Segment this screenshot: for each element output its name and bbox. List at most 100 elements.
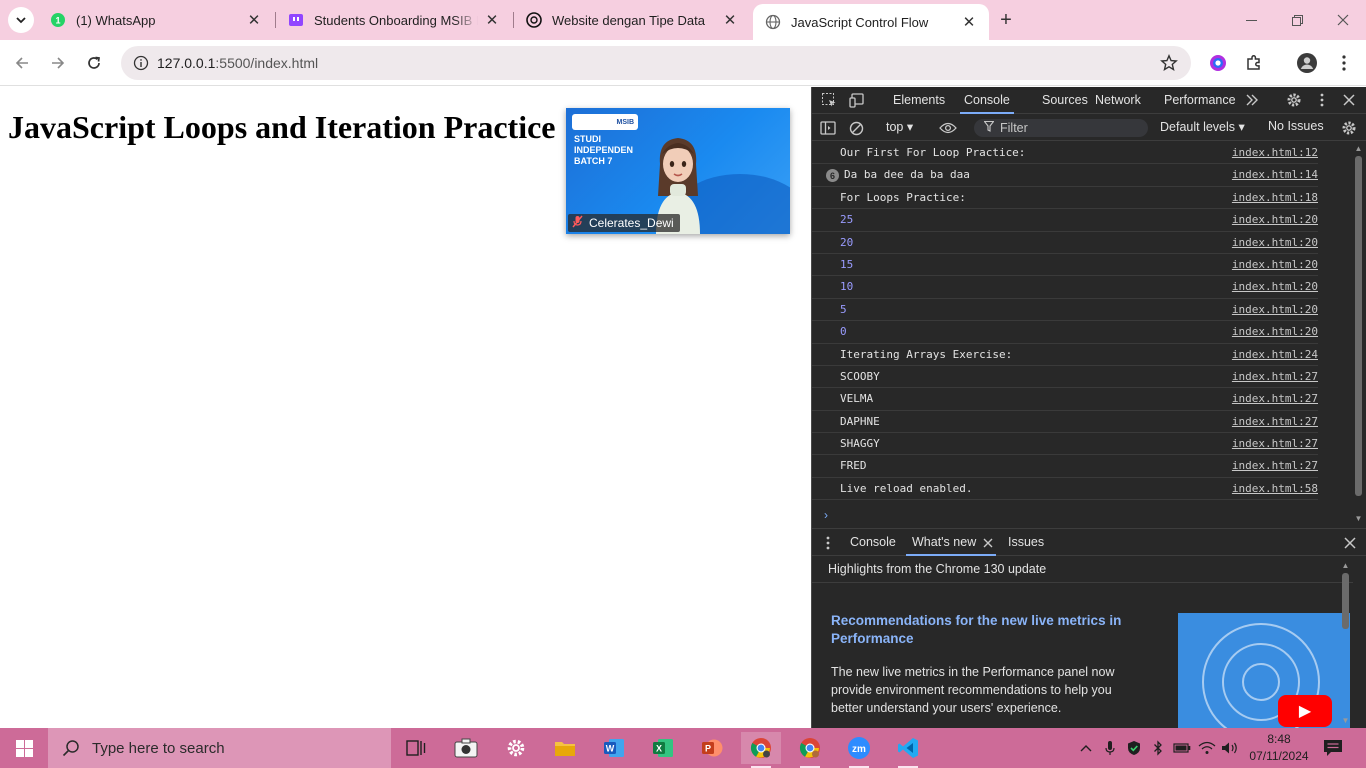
devtools-menu-icon[interactable] <box>1312 90 1332 110</box>
close-icon[interactable]: ✕ <box>484 12 500 29</box>
console-filter-input[interactable]: Filter <box>974 119 1148 137</box>
console-log-row[interactable]: VELMA index.html:27 <box>812 388 1318 411</box>
console-log-row[interactable]: Our First For Loop Practice: index.html:1… <box>812 142 1318 165</box>
forward-button[interactable] <box>44 49 72 77</box>
whats-new-article-title[interactable]: Recommendations for the new live metrics… <box>831 612 1151 648</box>
close-devtools-icon[interactable] <box>1339 90 1359 110</box>
console-log-row[interactable]: SCOOBY index.html:27 <box>812 366 1318 389</box>
scroll-down-icon[interactable]: ▼ <box>1341 716 1350 725</box>
battery-plugged-icon[interactable] <box>1172 738 1192 758</box>
devtools-tab-network[interactable]: Network <box>1095 93 1141 107</box>
whats-new-video-thumbnail[interactable]: ▶ <box>1178 613 1350 728</box>
taskbar-search-box[interactable]: Type here to search <box>48 728 391 768</box>
more-tabs-chevron-icon[interactable] <box>1242 90 1262 110</box>
live-expression-eye-icon[interactable] <box>938 118 958 138</box>
console-log-row[interactable]: SHAGGY index.html:27 <box>812 433 1318 456</box>
restore-button[interactable] <box>1274 0 1320 40</box>
scroll-down-icon[interactable]: ▼ <box>1354 514 1363 523</box>
devtools-tab-elements[interactable]: Elements <box>893 93 945 107</box>
reload-button[interactable] <box>80 49 108 77</box>
console-log-source-link[interactable]: index.html:27 <box>1232 437 1318 450</box>
scroll-up-icon[interactable]: ▲ <box>1341 561 1350 570</box>
inspect-element-icon[interactable] <box>819 90 839 110</box>
chrome-profile-app-icon[interactable] <box>790 732 830 768</box>
console-log-row[interactable]: For Loops Practice: index.html:18 <box>812 187 1318 210</box>
console-log-source-link[interactable]: index.html:20 <box>1232 258 1318 271</box>
issues-counter[interactable]: No Issues <box>1268 119 1324 133</box>
console-settings-gear-icon[interactable] <box>1339 118 1359 138</box>
security-shield-icon[interactable] <box>1124 738 1144 758</box>
new-tab-button[interactable]: + <box>994 8 1018 32</box>
whats-new-scrollbar[interactable]: ▲ ▼ <box>1340 559 1351 727</box>
extensions-puzzle-icon[interactable] <box>1240 49 1268 77</box>
scrollbar-thumb[interactable] <box>1355 156 1362 496</box>
powerpoint-app-icon[interactable]: P <box>692 732 732 764</box>
scroll-up-icon[interactable]: ▲ <box>1354 144 1363 153</box>
notification-center-icon[interactable] <box>1322 738 1344 758</box>
tab-search-button[interactable] <box>8 7 34 33</box>
console-log-row[interactable]: 15 index.html:20 <box>812 254 1318 277</box>
close-window-button[interactable] <box>1320 0 1366 40</box>
site-info-icon[interactable] <box>129 51 153 75</box>
microphone-icon[interactable] <box>1100 738 1120 758</box>
menu-kebab-icon[interactable] <box>1330 49 1358 77</box>
console-log-source-link[interactable]: index.html:58 <box>1232 482 1318 495</box>
youtube-play-icon[interactable]: ▶ <box>1278 695 1332 727</box>
devtools-tab-performance[interactable]: Performance <box>1164 93 1236 107</box>
close-icon[interactable]: ✕ <box>961 14 977 31</box>
tab-whatsapp[interactable]: 1 (1) WhatsApp ✕ <box>38 0 274 40</box>
close-icon[interactable]: ✕ <box>246 12 262 29</box>
scrollbar-thumb[interactable] <box>1342 573 1349 629</box>
minimize-button[interactable] <box>1228 0 1274 40</box>
profile-avatar[interactable] <box>1293 49 1321 77</box>
console-log-source-link[interactable]: index.html:14 <box>1232 168 1318 181</box>
file-explorer-icon[interactable] <box>545 732 585 764</box>
back-button[interactable] <box>8 49 36 77</box>
show-hidden-icons-chevron-icon[interactable] <box>1076 738 1096 758</box>
console-log-row[interactable]: 6 Da ba dee da ba daa index.html:14 <box>812 164 1318 187</box>
console-log-source-link[interactable]: index.html:27 <box>1232 392 1318 405</box>
console-log-source-link[interactable]: index.html:12 <box>1232 146 1318 159</box>
console-log-source-link[interactable]: index.html:20 <box>1232 213 1318 226</box>
zoom-app-icon[interactable]: zm <box>839 732 879 768</box>
console-log-source-link[interactable]: index.html:20 <box>1232 236 1318 249</box>
sidebar-toggle-icon[interactable] <box>818 118 838 138</box>
console-log-row[interactable]: Iterating Arrays Exercise: index.html:24 <box>812 344 1318 366</box>
system-clock[interactable]: 8:48 07/11/2024 <box>1248 731 1310 765</box>
drawer-tab-console[interactable]: Console <box>850 535 896 549</box>
start-button[interactable] <box>0 728 48 768</box>
excel-app-icon[interactable]: X <box>643 732 683 764</box>
console-log-row[interactable]: 0 index.html:20 <box>812 321 1318 344</box>
url-text[interactable]: 127.0.0.1:5500/index.html <box>157 55 318 71</box>
console-log-row[interactable]: DAPHNE index.html:27 <box>812 411 1318 434</box>
devtools-tab-console[interactable]: Console <box>960 93 1014 114</box>
drawer-tab-whats-new[interactable]: What's new <box>905 535 997 556</box>
console-log-source-link[interactable]: index.html:27 <box>1232 370 1318 383</box>
console-log-source-link[interactable]: index.html:20 <box>1232 303 1318 316</box>
console-log-row[interactable]: Live reload enabled. index.html:58 <box>812 478 1318 501</box>
task-view-icon[interactable] <box>396 732 436 764</box>
tab-msib[interactable]: Students Onboarding MSIB Bat ✕ <box>276 0 512 40</box>
wifi-icon[interactable] <box>1197 738 1217 758</box>
console-log-source-link[interactable]: index.html:24 <box>1232 348 1318 361</box>
drawer-tab-issues[interactable]: Issues <box>1008 535 1044 549</box>
volume-icon[interactable] <box>1220 738 1240 758</box>
console-log-row[interactable]: 20 index.html:20 <box>812 232 1318 254</box>
console-log-source-link[interactable]: index.html:20 <box>1232 280 1318 293</box>
console-log-source-link[interactable]: index.html:20 <box>1232 325 1318 338</box>
tab-javascript-control-flow[interactable]: JavaScript Control Flow ✕ <box>753 4 989 40</box>
chrome-app-icon[interactable] <box>741 732 781 768</box>
word-app-icon[interactable]: W <box>594 732 634 764</box>
console-prompt-chevron-icon[interactable]: › <box>824 508 828 522</box>
clear-console-icon[interactable] <box>846 118 866 138</box>
close-whats-new-icon[interactable] <box>978 533 998 553</box>
console-log-source-link[interactable]: index.html:27 <box>1232 415 1318 428</box>
settings-app-icon[interactable] <box>496 732 536 764</box>
console-log-row[interactable]: 25 index.html:20 <box>812 209 1318 232</box>
context-selector[interactable]: top ▾ <box>886 119 913 134</box>
video-call-window[interactable]: MSIB STUDI INDEPENDEN BATCH 7 Celerates_… <box>566 108 790 234</box>
console-log-row[interactable]: 5 index.html:20 <box>812 299 1318 322</box>
console-scrollbar[interactable]: ▲ ▼ <box>1353 142 1364 527</box>
camera-app-icon[interactable] <box>446 732 486 764</box>
extension-chrome-color-icon[interactable] <box>1204 49 1232 77</box>
